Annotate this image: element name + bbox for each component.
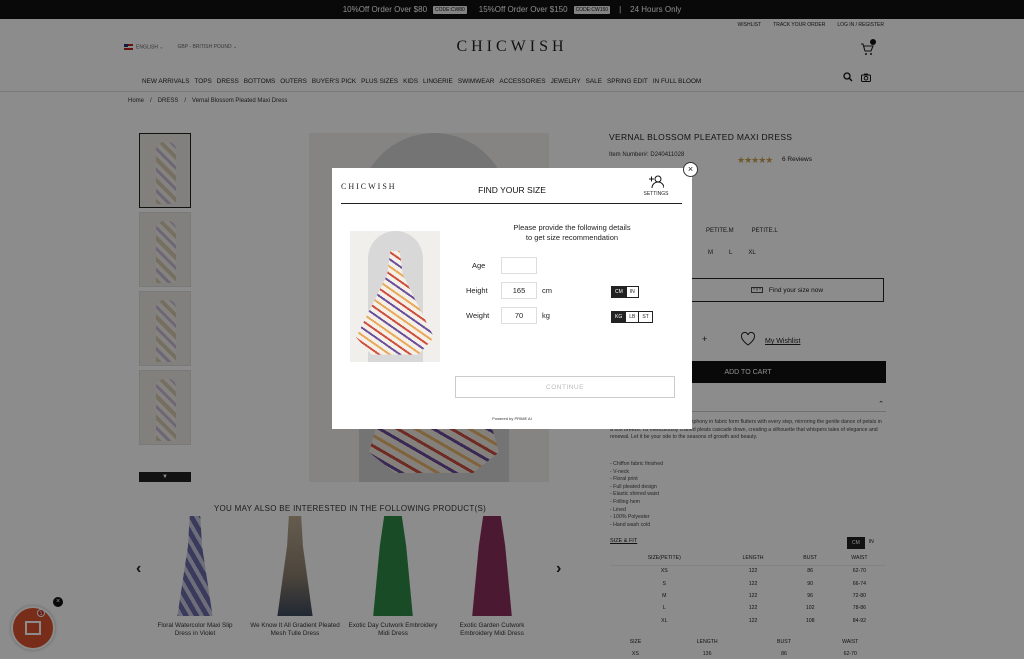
modal-product-image <box>350 231 440 362</box>
weight-unit-lb[interactable]: LB <box>626 312 640 322</box>
weight-unit-st[interactable]: ST <box>639 312 651 322</box>
modal-close-icon[interactable]: × <box>683 162 698 177</box>
weight-unit-label: kg <box>542 311 550 320</box>
user-settings-icon <box>649 175 665 189</box>
weight-unit-kg[interactable]: KG <box>612 312 627 322</box>
height-unit-toggle: CM IN <box>611 286 639 298</box>
age-label: Age <box>472 261 486 270</box>
continue-button[interactable]: CONTINUE <box>455 376 675 398</box>
weight-row: Weight 70 kg <box>466 307 550 324</box>
height-unit-label: cm <box>542 286 552 295</box>
age-row: Age <box>472 257 537 274</box>
find-your-size-modal: CHICWISH FIND YOUR SIZE SETTINGS × Pleas… <box>332 162 698 429</box>
height-input[interactable]: 165 <box>501 282 537 299</box>
height-unit-in[interactable]: IN <box>627 287 638 297</box>
age-input[interactable] <box>501 257 537 274</box>
height-unit-cm[interactable]: CM <box>612 287 627 297</box>
prompt-line-2: to get size recommendation <box>525 233 619 242</box>
weight-unit-toggle: KG LB ST <box>611 311 653 323</box>
height-label: Height <box>466 286 488 295</box>
prompt-line-1: Please provide the following details <box>513 223 631 232</box>
weight-input[interactable]: 70 <box>501 307 537 324</box>
settings-button[interactable]: SETTINGS <box>638 175 674 197</box>
modal-prompt: Please provide the following details to … <box>492 223 652 243</box>
height-row: Height 165 cm <box>466 282 552 299</box>
settings-label: SETTINGS <box>643 191 669 197</box>
modal-divider <box>341 203 682 204</box>
powered-by: Powered by PRIME AI <box>492 416 532 421</box>
weight-label: Weight <box>466 311 490 320</box>
